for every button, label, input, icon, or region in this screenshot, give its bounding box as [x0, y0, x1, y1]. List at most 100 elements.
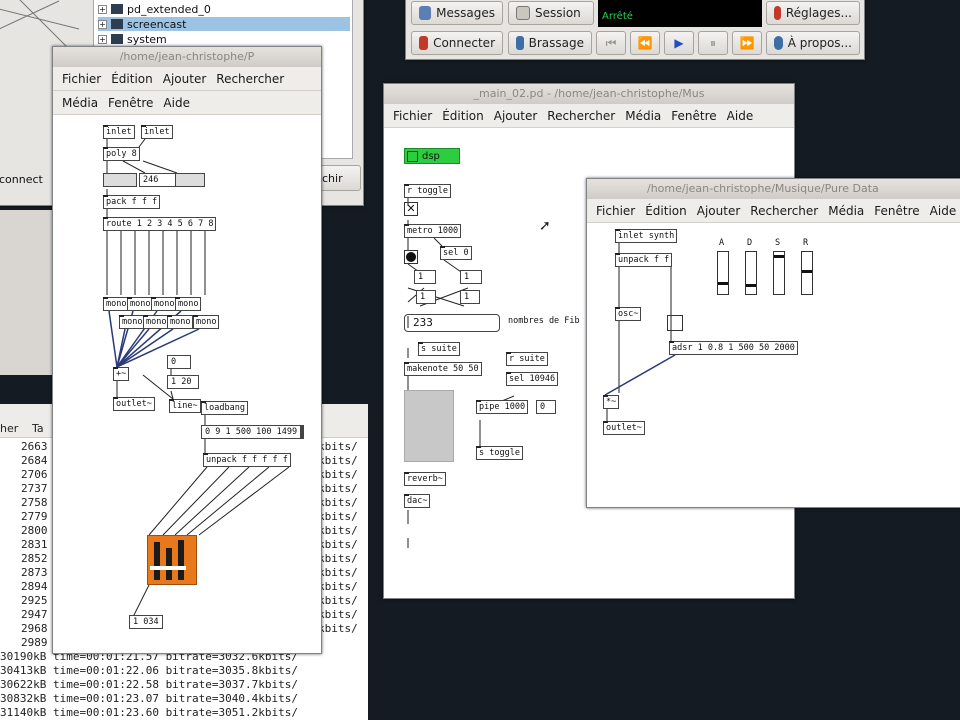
- tree-item-screencast[interactable]: + screencast: [98, 17, 350, 31]
- multiply-signal-object[interactable]: *~: [603, 395, 620, 409]
- slider-knob[interactable]: [774, 255, 784, 258]
- tree-item-pd-extended[interactable]: + pd_extended_0: [98, 2, 348, 16]
- unpack-object[interactable]: unpack f f: [615, 253, 673, 267]
- vertical-slider[interactable]: [773, 251, 785, 295]
- slider-handle[interactable]: [166, 548, 172, 580]
- mono-object[interactable]: mono: [103, 297, 130, 311]
- menu-window[interactable]: Fenêtre: [103, 96, 158, 110]
- mono-object[interactable]: mono: [127, 297, 154, 311]
- menu-search[interactable]: Rechercher: [211, 72, 289, 86]
- rewind-start-button[interactable]: ⏮: [596, 31, 626, 55]
- slider-knob[interactable]: [802, 270, 812, 273]
- menu-edit[interactable]: Édition: [437, 109, 489, 123]
- number-box-4[interactable]: 1: [460, 290, 480, 304]
- envelope-message[interactable]: 0 9 1 500 100 1499: [201, 425, 305, 439]
- menu-file[interactable]: Fichier: [591, 204, 640, 218]
- expand-icon[interactable]: +: [98, 34, 107, 44]
- number-box-poly[interactable]: 246: [139, 173, 179, 187]
- menu-search[interactable]: Rechercher: [745, 204, 823, 218]
- number-box-b[interactable]: 1 20: [167, 375, 199, 389]
- osc-object[interactable]: osc~: [615, 307, 642, 321]
- mono-object[interactable]: mono: [143, 315, 170, 329]
- mono-object[interactable]: mono: [151, 297, 178, 311]
- receive-suite-object[interactable]: r suite: [506, 352, 548, 366]
- slider-handle[interactable]: [178, 540, 184, 580]
- makenote-object[interactable]: makenote 50 50: [404, 362, 482, 376]
- sel-fib-object[interactable]: sel 10946: [506, 372, 559, 386]
- menu-edit[interactable]: Édition: [106, 72, 158, 86]
- metro-object[interactable]: metro 1000: [404, 224, 462, 238]
- number-box-bottom[interactable]: 1 034: [129, 615, 163, 629]
- menu-help[interactable]: Aide: [722, 109, 759, 123]
- mono-object[interactable]: mono: [119, 315, 146, 329]
- expand-icon[interactable]: +: [98, 19, 107, 29]
- play-button[interactable]: ▶: [664, 31, 694, 55]
- slider-knob[interactable]: [746, 284, 756, 287]
- patchbay-button[interactable]: Brassage: [508, 31, 592, 55]
- mono-object[interactable]: mono: [193, 315, 220, 329]
- outlet-object[interactable]: outlet~: [113, 397, 155, 411]
- number-box-velocity[interactable]: [175, 173, 205, 187]
- toggle-box[interactable]: ✕: [404, 202, 418, 216]
- menu-search[interactable]: Rechercher: [542, 109, 620, 123]
- unpack-object[interactable]: unpack f f f f f: [203, 453, 291, 467]
- pipe-number-box[interactable]: 0: [536, 400, 556, 414]
- mono-object[interactable]: mono: [175, 297, 202, 311]
- expand-icon[interactable]: +: [98, 4, 107, 14]
- bang-button[interactable]: [404, 250, 418, 264]
- adsr-slider-group[interactable]: [147, 535, 197, 585]
- inlet-synth-object[interactable]: inlet synth: [615, 229, 678, 243]
- menu-file[interactable]: Fichier: [388, 109, 437, 123]
- vertical-slider[interactable]: [717, 251, 729, 295]
- menu-media[interactable]: Média: [57, 96, 103, 110]
- mono-object[interactable]: mono: [167, 315, 194, 329]
- number-box-2[interactable]: 1: [460, 270, 482, 284]
- menu-help[interactable]: Aide: [158, 96, 195, 110]
- connect-partial-label[interactable]: connect: [0, 173, 43, 186]
- dsp-toggle[interactable]: dsp: [404, 148, 460, 164]
- menu-add[interactable]: Ajouter: [489, 109, 543, 123]
- slider-knob[interactable]: [718, 282, 728, 285]
- send-toggle-object[interactable]: s toggle: [476, 446, 523, 460]
- menu-add[interactable]: Ajouter: [158, 72, 212, 86]
- line-object[interactable]: line~: [169, 399, 201, 413]
- menu-add[interactable]: Ajouter: [692, 204, 746, 218]
- rewind-button[interactable]: ⏪: [630, 31, 660, 55]
- menu-window[interactable]: Fenêtre: [666, 109, 721, 123]
- patch-canvas[interactable]: inlet synth unpack f f osc~ adsr 1 0.8 1…: [587, 225, 960, 507]
- loadbang-object[interactable]: loadbang: [201, 401, 248, 415]
- poly-object[interactable]: poly 8: [103, 147, 140, 161]
- menu-file[interactable]: Fichier: [57, 72, 106, 86]
- pipe-object[interactable]: pipe 1000: [476, 400, 529, 414]
- outlet-object[interactable]: outlet~: [603, 421, 645, 435]
- bang-box[interactable]: [667, 315, 683, 331]
- pack-object[interactable]: pack f f f: [103, 195, 161, 209]
- settings-button[interactable]: Réglages...: [766, 1, 860, 25]
- forward-button[interactable]: ⏩: [732, 31, 762, 55]
- number-box-voice[interactable]: [103, 173, 137, 187]
- patch-canvas[interactable]: inlet inlet poly 8 246 pack f f f route …: [53, 117, 321, 653]
- dac-object[interactable]: dac~: [404, 494, 431, 508]
- messages-button[interactable]: Messages: [411, 1, 503, 25]
- inlet-object-1[interactable]: inlet: [103, 125, 135, 139]
- add-signal-object[interactable]: +~: [113, 367, 130, 381]
- number-box-a[interactable]: 0: [167, 355, 191, 369]
- about-button[interactable]: À propos...: [766, 31, 860, 55]
- slider-handle[interactable]: [154, 542, 160, 580]
- menu-window[interactable]: Fenêtre: [869, 204, 924, 218]
- send-suite-object[interactable]: s suite: [418, 342, 460, 356]
- session-button[interactable]: Session: [508, 1, 594, 25]
- tree-item-system[interactable]: + system: [98, 32, 348, 46]
- menu-edit[interactable]: Édition: [640, 204, 692, 218]
- menu-media[interactable]: Média: [823, 204, 869, 218]
- route-object[interactable]: route 1 2 3 4 5 6 7 8: [103, 217, 217, 231]
- inlet-object-2[interactable]: inlet: [141, 125, 173, 139]
- vertical-slider[interactable]: [745, 251, 757, 295]
- vertical-slider[interactable]: [801, 251, 813, 295]
- number-box-3[interactable]: 1: [416, 290, 436, 304]
- reverb-object[interactable]: reverb~: [404, 472, 446, 486]
- sub-patch-grey-box[interactable]: [404, 390, 454, 462]
- number-box-1[interactable]: 1: [414, 270, 436, 284]
- adsr-object[interactable]: adsr 1 0.8 1 500 50 2000: [669, 341, 798, 355]
- connect-button[interactable]: Connecter: [411, 31, 503, 55]
